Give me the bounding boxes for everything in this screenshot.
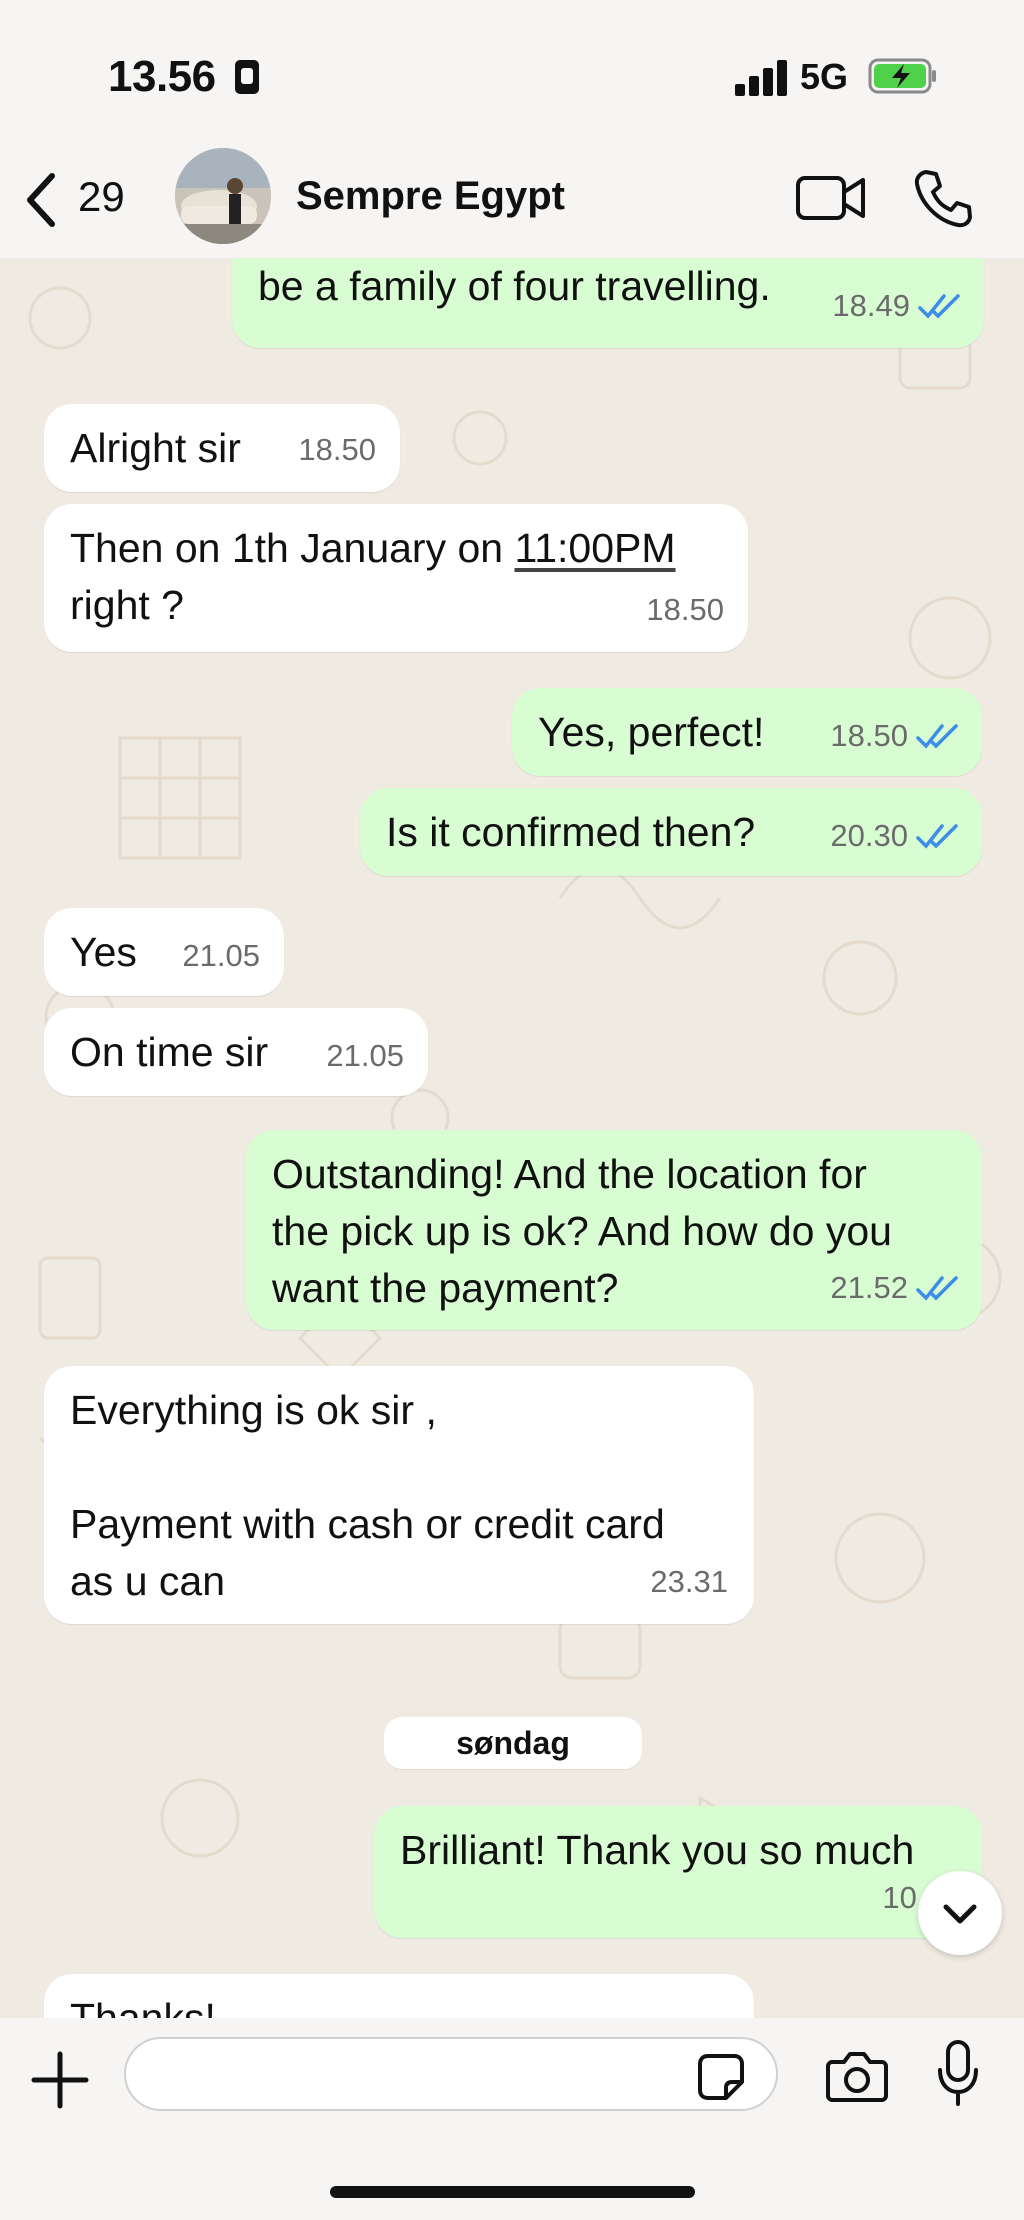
contact-name[interactable]: Sempre Egypt	[296, 174, 565, 219]
message-time: 18.49	[832, 288, 910, 323]
message-text-part: Then on 1th January on	[70, 525, 515, 571]
message-bubble-incoming[interactable]: Then on 1th January on 11:00PM right ? 1…	[44, 504, 748, 652]
message-time: 18.50	[830, 718, 908, 753]
message-bubble-outgoing[interactable]: Brilliant! Thank you so much 10.48	[374, 1806, 982, 1938]
chat-area[interactable]: be a family of four travelling. 18.49 Al…	[0, 258, 1024, 2018]
message-text: Brilliant! Thank you so much	[400, 1827, 915, 1873]
message-bubble-outgoing[interactable]: Outstanding! And the location for the pi…	[246, 1130, 982, 1330]
message-bubble-outgoing[interactable]: be a family of four travelling. 18.49	[232, 258, 984, 348]
camera-icon[interactable]	[826, 2048, 888, 2104]
scroll-to-bottom-button[interactable]	[918, 1871, 1002, 1955]
read-ticks-icon	[918, 293, 960, 319]
message-bubble-outgoing[interactable]: Yes, perfect! 18.50	[512, 688, 982, 776]
message-meta: 18.50	[830, 707, 960, 764]
time-link[interactable]: 11:00PM	[514, 525, 675, 571]
message-text-part: right ?	[70, 582, 184, 628]
message-time: 21.52	[830, 1270, 908, 1305]
sim-card-icon	[235, 60, 259, 94]
chat-header: 29 Sempre Egypt	[0, 148, 1024, 258]
home-indicator	[330, 2186, 695, 2198]
message-time: 18.50	[646, 592, 724, 627]
microphone-icon[interactable]	[936, 2040, 980, 2108]
unread-count[interactable]: 29	[78, 173, 125, 221]
message-bubble-incoming[interactable]: On time sir 21.05	[44, 1008, 428, 1096]
network-type: 5G	[800, 56, 849, 97]
message-time: 21.05	[326, 1038, 404, 1073]
voice-call-icon[interactable]	[912, 168, 974, 230]
message-time: 18.50	[298, 432, 376, 467]
read-ticks-icon	[916, 723, 958, 749]
message-bubble-incoming[interactable]: Yes 21.05	[44, 908, 284, 996]
contact-avatar[interactable]	[175, 148, 271, 244]
signal-icon	[735, 58, 787, 96]
read-ticks-icon	[916, 1275, 958, 1301]
message-text: Then on 1th January on 11:00PM right ?	[70, 520, 722, 634]
message-input[interactable]	[124, 2037, 778, 2111]
plus-icon[interactable]	[30, 2050, 90, 2110]
message-meta: 20.30	[830, 807, 960, 864]
message-text: Thanks!	[70, 1995, 216, 2018]
message-bubble-incoming[interactable]: Thanks!	[44, 1974, 754, 2018]
day-separator: søndag	[384, 1717, 642, 1769]
message-text: Everything is ok sir , Payment with cash…	[70, 1387, 665, 1604]
back-chevron-icon[interactable]	[18, 170, 62, 230]
chevron-down-icon	[943, 1904, 977, 1924]
video-call-icon[interactable]	[795, 170, 867, 226]
message-meta: 18.49	[832, 277, 962, 334]
clock: 13.56	[108, 52, 216, 101]
message-time: 21.05	[182, 938, 260, 973]
message-meta: 21.52	[830, 1259, 960, 1316]
message-time: 23.31	[650, 1564, 728, 1599]
status-bar: 13.56 5G	[0, 0, 1024, 150]
composer-bar	[0, 2018, 1024, 2220]
battery-charging-icon	[868, 58, 936, 94]
sticker-icon[interactable]	[696, 2052, 746, 2102]
read-ticks-icon	[916, 823, 958, 849]
message-time: 20.30	[830, 818, 908, 853]
message-bubble-incoming[interactable]: Everything is ok sir , Payment with cash…	[44, 1366, 754, 1624]
message-bubble-outgoing[interactable]: Is it confirmed then? 20.30	[360, 788, 982, 876]
message-bubble-incoming[interactable]: Alright sir 18.50	[44, 404, 400, 492]
